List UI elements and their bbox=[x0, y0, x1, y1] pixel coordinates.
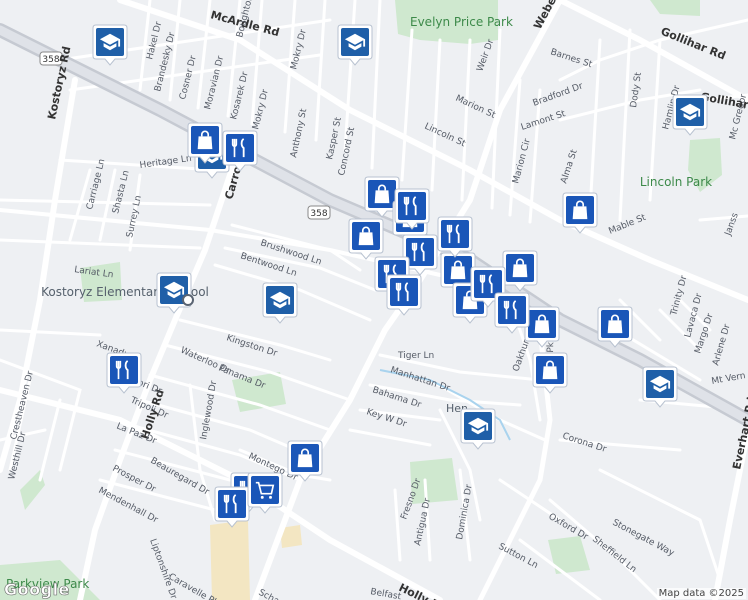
shopping-marker[interactable] bbox=[597, 306, 633, 348]
shopping-marker[interactable] bbox=[524, 306, 560, 348]
shopping-marker[interactable] bbox=[562, 192, 598, 234]
park-label-lincoln: Lincoln Park bbox=[640, 175, 712, 189]
map-canvas[interactable]: 358 358 Evelyn Price Park Lincoln Park P… bbox=[0, 0, 748, 600]
google-logo: Google bbox=[4, 580, 70, 600]
shopping-marker[interactable] bbox=[348, 218, 384, 260]
restaurant-marker[interactable] bbox=[494, 292, 530, 334]
park-label-evelyn-price: Evelyn Price Park bbox=[410, 15, 513, 29]
school-marker[interactable] bbox=[460, 408, 496, 450]
school-marker[interactable] bbox=[262, 282, 298, 324]
school-marker[interactable] bbox=[672, 94, 708, 136]
school-marker[interactable] bbox=[156, 272, 192, 314]
shopping-marker[interactable] bbox=[532, 352, 568, 394]
street-label: Tiger Ln bbox=[397, 351, 434, 361]
restaurant-marker[interactable] bbox=[214, 486, 250, 528]
school-location-dot bbox=[182, 294, 194, 306]
map-attribution: Map data ©2025 bbox=[656, 588, 746, 599]
shopping-marker[interactable] bbox=[187, 122, 223, 164]
restaurant-marker[interactable] bbox=[106, 352, 142, 394]
restaurant-marker[interactable] bbox=[222, 130, 258, 172]
shopping-marker[interactable] bbox=[287, 440, 323, 482]
route-shield-label-2: 358 bbox=[310, 209, 327, 219]
school-marker[interactable] bbox=[642, 366, 678, 408]
school-marker[interactable] bbox=[337, 24, 373, 66]
shopping-cart-marker[interactable] bbox=[247, 472, 283, 514]
restaurant-marker[interactable] bbox=[394, 188, 430, 230]
restaurant-marker[interactable] bbox=[386, 274, 422, 316]
shopping-marker[interactable] bbox=[502, 250, 538, 292]
school-marker[interactable] bbox=[92, 24, 128, 66]
restaurant-marker[interactable] bbox=[437, 216, 473, 258]
